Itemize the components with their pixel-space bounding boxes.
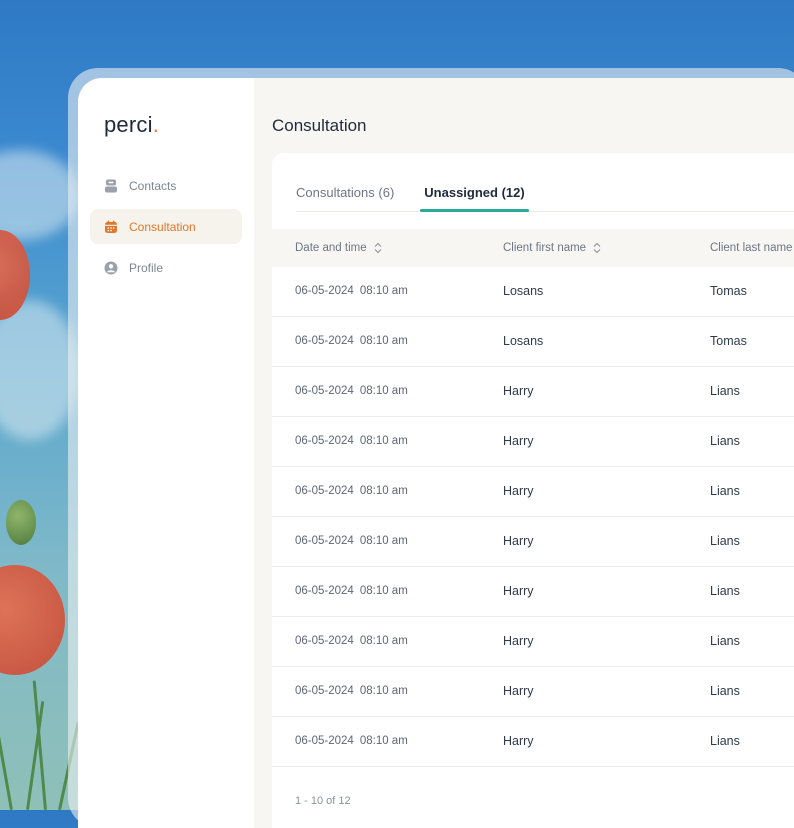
table-row[interactable]: 06-05-2024 08:10 am Losans Tomas: [272, 317, 794, 367]
table-row[interactable]: 06-05-2024 08:10 am Harry Lians: [272, 367, 794, 417]
table-row[interactable]: 06-05-2024 08:10 am Harry Lians: [272, 567, 794, 617]
sidebar-nav: Contacts Consultation Profile: [90, 168, 242, 291]
calendar-icon: [105, 220, 117, 233]
cell-first-name: Harry: [503, 584, 534, 598]
sidebar-item-label: Consultation: [129, 219, 196, 234]
cell-first-name: Harry: [503, 434, 534, 448]
cell-last-name: Lians: [710, 684, 740, 698]
cell-date-time: 06-05-2024 08:10 am: [295, 535, 408, 547]
cell-date-time: 06-05-2024 08:10 am: [295, 585, 408, 597]
cell-date-time: 06-05-2024 08:10 am: [295, 435, 408, 447]
tab-consultations[interactable]: Consultations (6): [296, 185, 394, 211]
cell-date-time: 06-05-2024 08:10 am: [295, 485, 408, 497]
app-window: perci. Contacts Consultation Profile Con…: [78, 78, 794, 828]
cell-last-name: Tomas: [710, 284, 747, 298]
table-row[interactable]: 06-05-2024 08:10 am Harry Lians: [272, 467, 794, 517]
cell-date-time: 06-05-2024 08:10 am: [295, 735, 408, 747]
column-header-last-name[interactable]: Client last name: [710, 242, 792, 254]
cell-date-time: 06-05-2024 08:10 am: [295, 385, 408, 397]
cell-first-name: Harry: [503, 684, 534, 698]
column-header-first-name[interactable]: Client first name: [503, 242, 602, 254]
cell-last-name: Lians: [710, 534, 740, 548]
cell-date-time: 06-05-2024 08:10 am: [295, 635, 408, 647]
table-body: 06-05-2024 08:10 am Losans Tomas 06-05-20…: [272, 267, 794, 767]
page-title: Consultation: [272, 116, 367, 135]
sidebar-item-label: Profile: [129, 260, 164, 275]
consultation-card: Consultations (6) Unassigned (12) Date a…: [272, 153, 794, 828]
cell-last-name: Lians: [710, 584, 740, 598]
contacts-icon: [105, 179, 117, 192]
cell-first-name: Harry: [503, 384, 534, 398]
table-row[interactable]: 06-05-2024 08:10 am Harry Lians: [272, 717, 794, 767]
sort-icon: [593, 242, 601, 254]
logo: perci.: [104, 112, 159, 137]
main-content: Consultation Consultations (6) Unassigne…: [254, 78, 794, 828]
profile-icon: [104, 261, 118, 274]
sidebar-item-contacts[interactable]: Contacts: [90, 168, 242, 203]
sidebar: perci. Contacts Consultation Profile: [78, 78, 254, 828]
cell-date-time: 06-05-2024 08:10 am: [295, 685, 408, 697]
cell-date-time: 06-05-2024 08:10 am: [295, 285, 408, 297]
table-row[interactable]: 06-05-2024 08:10 am Harry Lians: [272, 667, 794, 717]
cell-last-name: Lians: [710, 634, 740, 648]
cell-last-name: Lians: [710, 484, 740, 498]
cell-first-name: Harry: [503, 484, 534, 498]
cell-last-name: Lians: [710, 384, 740, 398]
sidebar-item-profile[interactable]: Profile: [90, 250, 242, 285]
table-row[interactable]: 06-05-2024 08:10 am Losans Tomas: [272, 267, 794, 317]
cell-last-name: Tomas: [710, 334, 747, 348]
cell-first-name: Losans: [503, 284, 544, 298]
cell-last-name: Lians: [710, 734, 740, 748]
cell-first-name: Harry: [503, 534, 534, 548]
table-row[interactable]: 06-05-2024 08:10 am Harry Lians: [272, 517, 794, 567]
cell-first-name: Harry: [503, 634, 534, 648]
tab-unassigned[interactable]: Unassigned (12): [420, 185, 530, 212]
cell-date-time: 06-05-2024 08:10 am: [295, 335, 408, 347]
cell-first-name: Losans: [503, 334, 544, 348]
tab-bar: Consultations (6) Unassigned (12): [296, 185, 794, 212]
sidebar-item-consultation[interactable]: Consultation: [90, 209, 242, 244]
sort-icon: [374, 242, 381, 254]
cell-first-name: Harry: [503, 734, 534, 748]
cell-last-name: Lians: [710, 434, 740, 448]
sidebar-item-label: Contacts: [129, 178, 177, 193]
column-header-date-time[interactable]: Date and time: [295, 242, 383, 254]
table-row[interactable]: 06-05-2024 08:10 am Harry Lians: [272, 617, 794, 667]
table-row[interactable]: 06-05-2024 08:10 am Harry Lians: [272, 417, 794, 467]
table-header: Date and time Client first name Client l…: [272, 229, 794, 267]
pagination-summary: 1 - 10 of 12: [295, 795, 351, 807]
